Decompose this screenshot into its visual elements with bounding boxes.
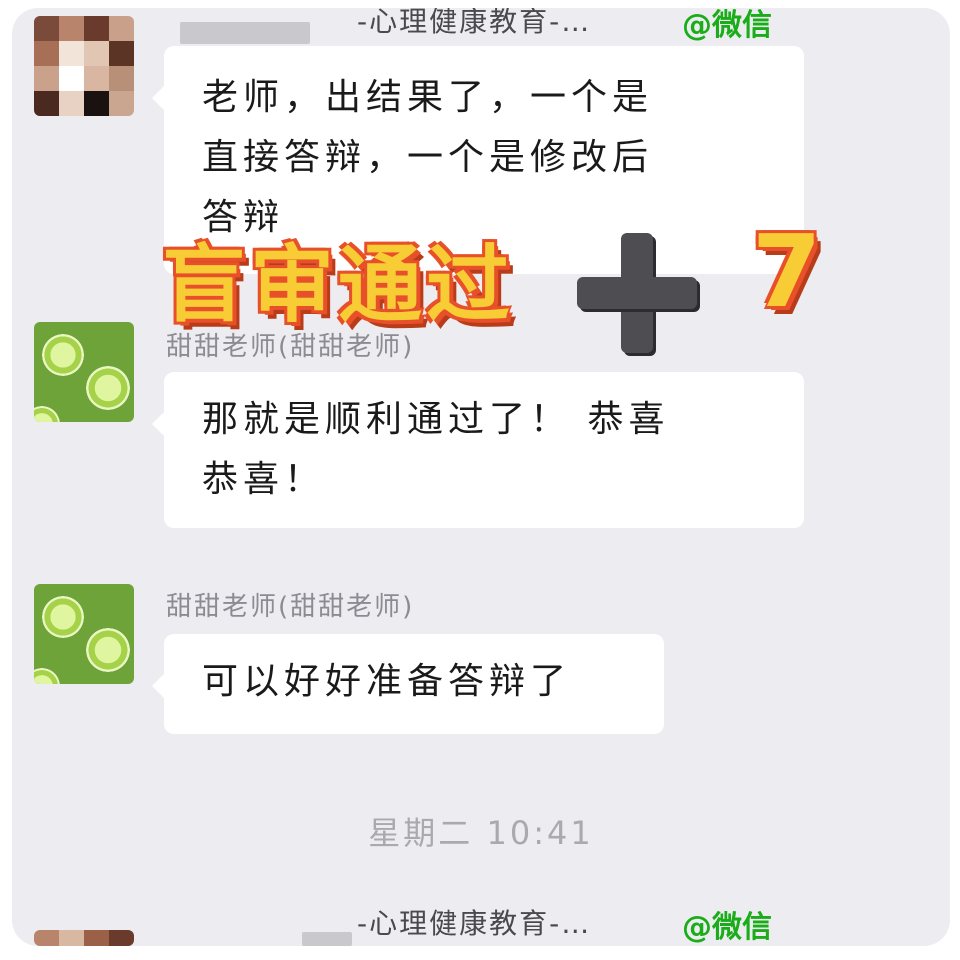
avatar [34, 930, 134, 946]
avatar-pixel [84, 16, 109, 41]
overlay-count: 7 [752, 213, 822, 330]
message-bubble[interactable]: 那就是顺利通过了！ 恭喜 恭喜！ [152, 372, 804, 528]
avatar-pixel [84, 66, 109, 91]
avatar-pixel [109, 41, 134, 66]
avatar-pixel [109, 66, 134, 91]
lime-slice [86, 366, 130, 410]
avatar[interactable] [34, 16, 134, 116]
watermark-text: -心理健康教育-… [357, 907, 592, 940]
message-line: 老师，出结果了，一个是 [202, 77, 654, 118]
wechat-watermark: @微信 [682, 8, 772, 43]
lime-slice [34, 406, 60, 422]
avatar-pixel [109, 91, 134, 116]
avatar-pixel [34, 91, 59, 116]
avatar-pixel [59, 66, 84, 91]
plus-icon [577, 233, 697, 353]
avatar-pixel [109, 16, 134, 41]
timestamp: 星期二 10:41 [368, 814, 594, 852]
avatar-pixel [84, 41, 109, 66]
avatar-pixel [59, 930, 84, 946]
message-line: 恭喜！ [202, 459, 326, 500]
message-bubble[interactable]: 可以好好准备答辩了 [152, 634, 664, 734]
lime-slice [42, 596, 84, 638]
avatar-pixel [59, 16, 84, 41]
wechat-watermark: @微信 [682, 910, 772, 945]
lime-slice [34, 668, 60, 684]
sender-name: 甜甜老师(甜甜老师) [166, 592, 415, 622]
avatar-pixel [34, 16, 59, 41]
avatar-pixel [59, 41, 84, 66]
avatar-pixel [84, 91, 109, 116]
message-line: 直接答辩，一个是修改后 [202, 137, 654, 178]
avatar[interactable] [34, 322, 134, 422]
plus-bar [577, 277, 697, 309]
message-line: 那就是顺利通过了！ 恭喜 [202, 399, 670, 440]
avatar-pixel [109, 930, 134, 946]
avatar-pixel [34, 41, 59, 66]
blurred-name [302, 932, 352, 946]
blurred-name [180, 22, 310, 44]
overlay-headline: 盲审通过 [162, 236, 515, 334]
watermark-text: -心理健康教育-… [357, 8, 592, 38]
lime-slice [86, 628, 130, 672]
avatar-pixel [84, 930, 109, 946]
avatar-pixel [34, 930, 59, 946]
avatar[interactable] [34, 584, 134, 684]
message-line: 可以好好准备答辩了 [202, 661, 572, 702]
avatar-pixel [34, 66, 59, 91]
chat-screenshot: -心理健康教育-… @微信 老师，出结果了，一个是 直接答辩，一个是修改后 答辩… [12, 8, 950, 946]
lime-slice [42, 334, 84, 376]
avatar-pixel [59, 91, 84, 116]
